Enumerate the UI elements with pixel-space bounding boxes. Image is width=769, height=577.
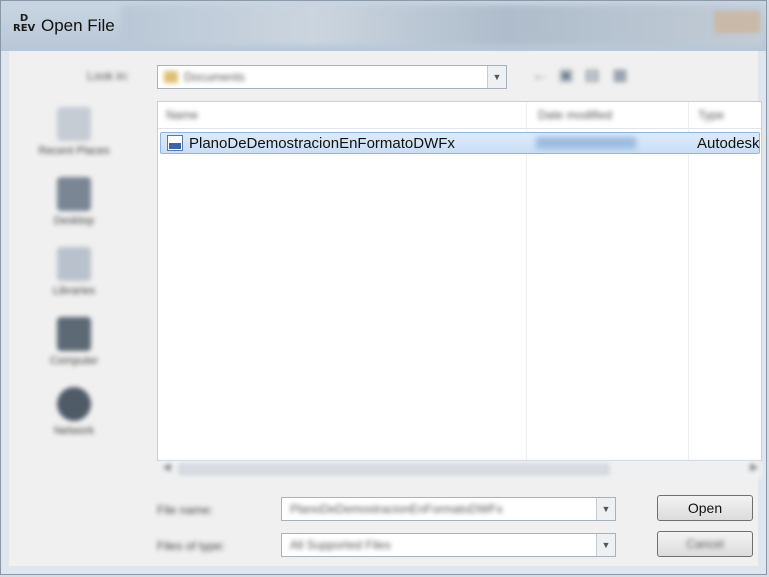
place-recent-places[interactable]: Recent Places bbox=[19, 107, 129, 157]
file-name-label: File name: bbox=[157, 503, 214, 517]
look-in-label: Look in: bbox=[87, 69, 130, 83]
chevron-down-icon[interactable]: ▼ bbox=[596, 534, 615, 556]
chevron-down-icon[interactable]: ▼ bbox=[487, 66, 506, 88]
cancel-label: Cancel bbox=[686, 537, 724, 551]
column-divider bbox=[688, 102, 689, 460]
place-label: Recent Places bbox=[38, 145, 110, 157]
file-name-value: PlanoDeDemostracionEnFormatoDWFx bbox=[290, 502, 503, 516]
look-in-value: Documents bbox=[184, 70, 245, 84]
file-type-value: All Supported Files bbox=[290, 538, 391, 552]
dialog-body: Look in: Documents ▼ ← ▣ ▤ ▦ Recent Plac… bbox=[9, 51, 762, 566]
file-type-cell: Autodesk bbox=[697, 135, 760, 152]
horizontal-scrollbar[interactable]: ◀ ▶ bbox=[159, 461, 762, 479]
column-header-name[interactable]: Name bbox=[166, 108, 198, 122]
computer-icon bbox=[57, 317, 91, 351]
app-icon: D REV bbox=[13, 13, 36, 34]
close-button[interactable] bbox=[714, 11, 760, 33]
back-icon[interactable]: ← bbox=[529, 67, 551, 85]
file-type-select[interactable]: All Supported Files ▼ bbox=[281, 533, 616, 557]
places-bar: Recent Places Desktop Libraries Computer… bbox=[9, 101, 145, 496]
place-label: Computer bbox=[49, 355, 99, 367]
title-bar-background bbox=[121, 5, 762, 45]
file-list-header: Name Date modified Type bbox=[158, 102, 761, 129]
file-list[interactable]: Name Date modified Type PlanoDeDemostrac… bbox=[157, 101, 762, 461]
open-button[interactable]: Open bbox=[657, 495, 753, 521]
file-name-cell: PlanoDeDemostracionEnFormatoDWFx bbox=[189, 135, 455, 152]
recent-places-icon bbox=[57, 107, 91, 141]
network-icon bbox=[57, 387, 91, 421]
file-row[interactable]: PlanoDeDemostracionEnFormatoDWFx Autodes… bbox=[160, 132, 760, 154]
file-date-cell bbox=[536, 137, 636, 149]
dwf-file-icon bbox=[167, 135, 183, 151]
place-label: Desktop bbox=[53, 215, 95, 227]
column-divider bbox=[526, 102, 527, 460]
place-libraries[interactable]: Libraries bbox=[19, 247, 129, 297]
place-desktop[interactable]: Desktop bbox=[19, 177, 129, 227]
open-file-dialog: D REV Open File Look in: Documents ▼ ← ▣ … bbox=[0, 0, 767, 575]
chevron-down-icon[interactable]: ▼ bbox=[596, 498, 615, 520]
new-folder-icon[interactable]: ▤ bbox=[581, 67, 603, 85]
dialog-title: Open File bbox=[41, 16, 115, 35]
place-computer[interactable]: Computer bbox=[19, 317, 129, 367]
file-name-field[interactable]: PlanoDeDemostracionEnFormatoDWFx ▼ bbox=[281, 497, 616, 521]
column-header-type[interactable]: Type bbox=[698, 108, 724, 122]
scrollbar-thumb[interactable] bbox=[179, 464, 609, 475]
place-label: Libraries bbox=[52, 285, 96, 297]
scroll-right-icon[interactable]: ▶ bbox=[750, 462, 758, 473]
column-header-date-modified[interactable]: Date modified bbox=[538, 108, 612, 122]
look-in-combo[interactable]: Documents ▼ bbox=[157, 65, 507, 89]
up-folder-icon[interactable]: ▣ bbox=[555, 67, 577, 85]
scroll-left-icon[interactable]: ◀ bbox=[163, 462, 171, 473]
place-network[interactable]: Network bbox=[19, 387, 129, 437]
cancel-button[interactable]: Cancel bbox=[657, 531, 753, 557]
toolbar: ← ▣ ▤ ▦ bbox=[529, 63, 669, 89]
title-bar[interactable]: D REV Open File bbox=[1, 1, 766, 51]
desktop-icon bbox=[57, 177, 91, 211]
libraries-icon bbox=[57, 247, 91, 281]
view-menu-icon[interactable]: ▦ bbox=[609, 67, 631, 85]
folder-icon bbox=[164, 71, 178, 83]
place-label: Network bbox=[53, 425, 95, 437]
file-type-label: Files of type: bbox=[157, 539, 226, 553]
